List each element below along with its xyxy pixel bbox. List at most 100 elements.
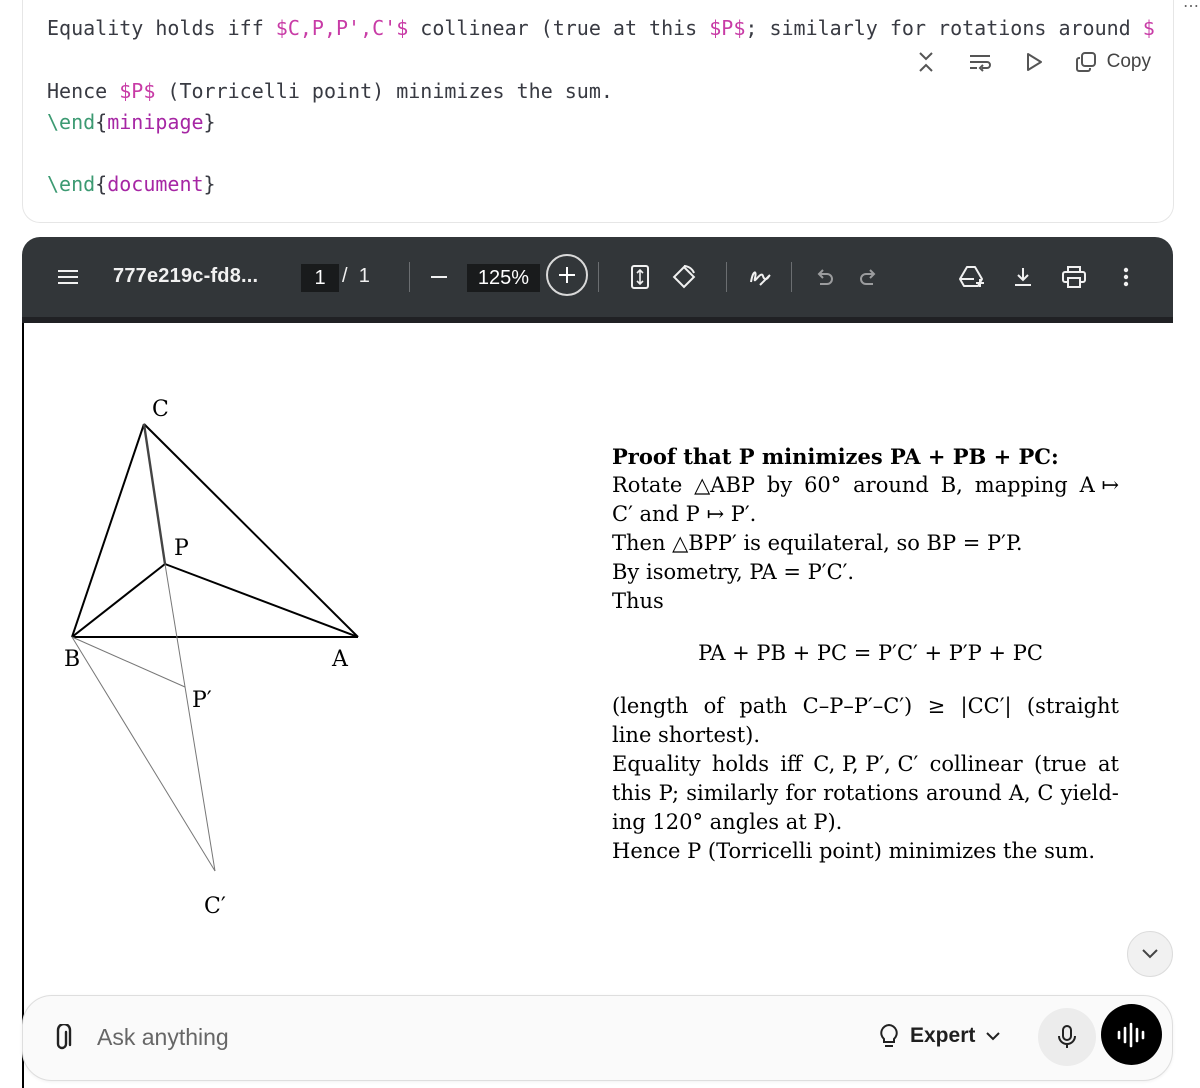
word: Equality [612, 752, 701, 776]
voice-waveform-icon [1117, 1022, 1144, 1047]
drive-add-icon[interactable] [957, 263, 987, 291]
paperclip-icon[interactable] [50, 1022, 74, 1059]
proof-line: Equality holds iff C, P, P′, C′ collinear (tr… [612, 750, 1119, 779]
word: A, C [1008, 781, 1054, 805]
proof-line: line shortest). [612, 723, 760, 747]
fit-page-icon[interactable] [628, 263, 652, 291]
code-text: Equality holds iff [47, 16, 276, 40]
voice-mode-button[interactable] [1101, 1004, 1162, 1065]
collapse-icon[interactable] [913, 49, 939, 75]
code-text: collinear (true at this [408, 16, 710, 40]
segment-bc [71, 423, 145, 638]
proof-line: Hence P (Torricelli point) minimizes the… [612, 839, 1095, 863]
code-math: $P$ [709, 16, 746, 40]
code-argument: minipage [107, 110, 204, 134]
menu-icon[interactable] [54, 263, 82, 291]
page-count: / 1 [342, 265, 370, 288]
word: iff [780, 752, 802, 776]
label-a: A [331, 647, 349, 672]
print-icon[interactable] [1060, 263, 1088, 291]
code-brace: { [95, 172, 108, 196]
word: Rotate [612, 473, 683, 497]
word: ≥ [927, 694, 946, 718]
segment-bc-prime [71, 636, 216, 872]
code-text: (Torricelli point) minimizes the sum. [155, 79, 613, 103]
pdf-toolbar: 777e219c-fd8... 1 / 1 125% [22, 237, 1173, 323]
code-argument: document [107, 172, 204, 196]
code-text: ; similarly for rotations around [745, 16, 1143, 40]
segment-pa [164, 563, 359, 638]
segment-pc-prime [164, 563, 216, 872]
toolbar-divider [791, 262, 792, 292]
lightbulb-icon [880, 1023, 898, 1047]
pdf-page: C P B A P′ C′ Proof that P minimizes PA … [22, 323, 1173, 1088]
scroll-down-button[interactable] [1127, 931, 1173, 977]
word: collinear [929, 752, 1023, 776]
proof-line: Then △BPP′ is equilateral, so BP = P′P. [612, 531, 1023, 555]
mode-selector[interactable]: Expert [878, 1023, 1001, 1049]
pdf-viewer: 777e219c-fd8... 1 / 1 125% C P B A P′ C′… [22, 237, 1173, 1088]
label-b: B [64, 647, 80, 672]
label-p-prime: P′ [192, 688, 212, 713]
word: path [739, 694, 788, 718]
code-line: Equality holds iff $C,P,P',C'$ collinear… [47, 16, 1155, 40]
mic-icon [1058, 1025, 1076, 1048]
code-block: Equality holds iff $C,P,P',C'$ collinear… [22, 0, 1174, 223]
more-icon[interactable]: ⋯ [1183, 0, 1200, 16]
label-c: C [152, 397, 169, 422]
segment-bp [71, 563, 166, 638]
proof-equation: PA + PB + PC = P′C′ + P′P + PC [698, 641, 1043, 665]
code-math: $C,P,P',C'$ [275, 16, 409, 40]
code-line: Hence $P$ (Torricelli point) minimizes t… [47, 79, 613, 103]
zoom-level[interactable]: 125% [467, 264, 540, 292]
undo-icon[interactable] [812, 263, 836, 291]
proof-heading: Proof that P minimizes PA + PB + PC: [612, 444, 1059, 469]
word: B, [940, 473, 963, 497]
proof-text: Proof that P minimizes PA + PB + PC: Rot… [612, 442, 1119, 866]
plus-icon[interactable] [546, 254, 588, 296]
word: 60° [804, 473, 842, 497]
chevron-down-icon [1142, 949, 1158, 959]
word: at [1097, 752, 1119, 776]
more-vert-icon[interactable] [1116, 263, 1136, 291]
chat-input-bar: Ask anything Expert [22, 995, 1173, 1081]
word: C–P–P′–C′) [802, 694, 913, 718]
word: △ABP [694, 473, 756, 497]
word: yield- [1060, 781, 1119, 805]
page-total: 1 [358, 265, 370, 287]
download-icon[interactable] [1010, 263, 1036, 291]
chat-input[interactable]: Ask anything [97, 1024, 229, 1051]
rotate-icon[interactable] [670, 263, 698, 291]
word: A ↦ [1079, 473, 1119, 497]
segment-bp-prime [71, 636, 186, 688]
proof-line: C′ and P ↦ P′. [612, 502, 757, 526]
proof-line: Thus [612, 589, 664, 613]
proof-line: (length of path C–P–P′–C′) ≥ |CC′| (straight [612, 692, 1119, 721]
wrap-icon[interactable] [967, 49, 993, 75]
segment-cp [142, 423, 167, 565]
code-command: \end [47, 110, 96, 134]
code-brace: { [95, 110, 108, 134]
proof-line: ing 120° angles at P). [612, 810, 843, 834]
code-line: \end{document} [47, 172, 216, 196]
proof-line: this P; similarly for rotations around A, Cyie… [612, 779, 1119, 808]
copy-button[interactable]: Copy [1075, 51, 1151, 73]
minus-icon[interactable] [427, 263, 451, 291]
toolbar-divider [409, 262, 410, 292]
word: C, P, P′, C′ [813, 752, 919, 776]
draw-icon[interactable] [746, 263, 774, 291]
word: holds [711, 752, 769, 776]
code-line: \end{minipage} [47, 110, 216, 134]
redo-icon[interactable] [857, 263, 881, 291]
word: similarly [686, 781, 779, 805]
page-separator: / [342, 265, 348, 287]
copy-icon [1075, 52, 1096, 72]
word: around [853, 473, 929, 497]
triangle-figure: C P B A P′ C′ [64, 397, 359, 919]
mic-button[interactable] [1038, 1008, 1096, 1066]
play-icon[interactable] [1021, 49, 1047, 75]
proof-line: By isometry, PA = P′C′. [612, 560, 855, 584]
code-brace: } [203, 172, 216, 196]
word: (length [612, 694, 689, 718]
page-number-input[interactable]: 1 [301, 264, 339, 292]
